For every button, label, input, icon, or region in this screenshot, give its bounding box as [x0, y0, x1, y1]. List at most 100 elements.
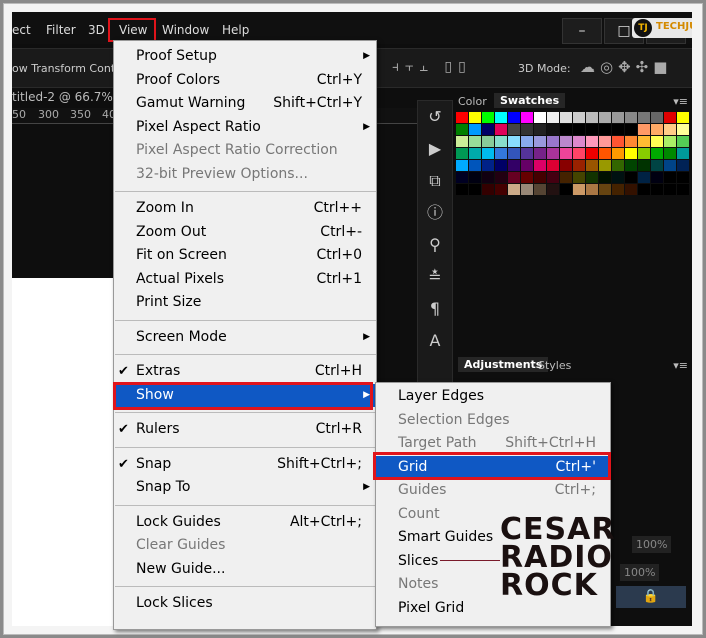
swatch[interactable]: [469, 172, 481, 183]
swatch[interactable]: [495, 112, 507, 123]
swatch[interactable]: [677, 124, 689, 135]
swatch[interactable]: [534, 136, 546, 147]
menu-item-actual-pixels[interactable]: Actual Pixels Ctrl+1: [114, 268, 376, 292]
swatch[interactable]: [586, 172, 598, 183]
swatch[interactable]: [508, 184, 520, 195]
swatch[interactable]: [547, 184, 559, 195]
swatch[interactable]: [521, 160, 533, 171]
tab-styles[interactable]: Styles: [538, 359, 571, 372]
swatch[interactable]: [677, 184, 689, 195]
menu-item-lock-slices[interactable]: Lock Slices: [114, 592, 376, 616]
swatch[interactable]: [482, 148, 494, 159]
swatch[interactable]: [495, 172, 507, 183]
swatch[interactable]: [573, 112, 585, 123]
swatch[interactable]: [534, 160, 546, 171]
history-icon[interactable]: ↺: [418, 101, 452, 133]
menu-item-selection-edges[interactable]: Selection Edges: [376, 409, 610, 433]
menu-item-screen-mode[interactable]: Screen Mode ▶: [114, 326, 376, 350]
swatch[interactable]: [638, 124, 650, 135]
menu-item-snap[interactable]: ✔ Snap Shift+Ctrl+;: [114, 453, 376, 477]
swatch[interactable]: [456, 148, 468, 159]
swatch[interactable]: [469, 136, 481, 147]
swatch[interactable]: [482, 160, 494, 171]
swatch[interactable]: [508, 124, 520, 135]
swatch[interactable]: [664, 136, 676, 147]
swatch[interactable]: [495, 124, 507, 135]
swatch[interactable]: [612, 160, 624, 171]
info-icon[interactable]: ⓘ: [418, 197, 452, 229]
swatch[interactable]: [560, 172, 572, 183]
swatch[interactable]: [534, 184, 546, 195]
swatch[interactable]: [456, 136, 468, 147]
swatch[interactable]: [599, 148, 611, 159]
swatch[interactable]: [664, 160, 676, 171]
swatch[interactable]: [612, 148, 624, 159]
swatch[interactable]: [508, 112, 520, 123]
swatch[interactable]: [638, 160, 650, 171]
menu-item-new-guide[interactable]: New Guide...: [114, 558, 376, 582]
swatch[interactable]: [456, 184, 468, 195]
swatch[interactable]: [664, 184, 676, 195]
menu-3d[interactable]: 3D: [88, 23, 105, 37]
swatch[interactable]: [664, 148, 676, 159]
swatch[interactable]: [638, 172, 650, 183]
swatch[interactable]: [560, 136, 572, 147]
swatch[interactable]: [573, 184, 585, 195]
actions-play-icon[interactable]: ▶: [418, 133, 452, 165]
swatch[interactable]: [664, 124, 676, 135]
swatch[interactable]: [638, 136, 650, 147]
align-icons[interactable]: ⫞⫟⫠ ▯▯: [392, 59, 472, 75]
swatch[interactable]: [612, 172, 624, 183]
menu-item-fit-on-screen[interactable]: Fit on Screen Ctrl+0: [114, 244, 376, 268]
swatch[interactable]: [586, 136, 598, 147]
menu-window[interactable]: Window: [162, 23, 209, 37]
swatch[interactable]: [651, 136, 663, 147]
swatch[interactable]: [612, 112, 624, 123]
swatch[interactable]: [482, 112, 494, 123]
swatch[interactable]: [469, 112, 481, 123]
swatch[interactable]: [547, 124, 559, 135]
swatch[interactable]: [677, 160, 689, 171]
tab-color[interactable]: Color: [458, 95, 487, 108]
swatch[interactable]: [651, 172, 663, 183]
brush-presets-icon[interactable]: ≛: [418, 261, 452, 293]
swatch[interactable]: [547, 148, 559, 159]
swatch[interactable]: [625, 160, 637, 171]
menu-filter[interactable]: Filter: [46, 23, 76, 37]
menu-help[interactable]: Help: [222, 23, 249, 37]
swatch[interactable]: [469, 148, 481, 159]
menu-item-layer-edges[interactable]: Layer Edges: [376, 385, 610, 409]
3d-mode-icons[interactable]: ☁◎✥✣■: [580, 58, 672, 76]
menu-item-proof-colors[interactable]: Proof Colors Ctrl+Y: [114, 69, 376, 93]
swatch[interactable]: [573, 136, 585, 147]
swatch[interactable]: [547, 172, 559, 183]
swatch[interactable]: [482, 184, 494, 195]
swatch[interactable]: [625, 124, 637, 135]
swatch[interactable]: [456, 112, 468, 123]
menu-item-print-size[interactable]: Print Size: [114, 291, 376, 315]
swatch[interactable]: [651, 184, 663, 195]
swatch[interactable]: [664, 172, 676, 183]
swatch[interactable]: [560, 112, 572, 123]
swatch[interactable]: [521, 124, 533, 135]
tab-swatches[interactable]: Swatches: [494, 93, 566, 108]
tab-adjustments[interactable]: Adjustments: [458, 357, 549, 372]
swatch[interactable]: [599, 172, 611, 183]
swatch[interactable]: [534, 124, 546, 135]
swatch[interactable]: [625, 136, 637, 147]
swatch[interactable]: [495, 148, 507, 159]
swatch[interactable]: [586, 112, 598, 123]
swatch[interactable]: [547, 160, 559, 171]
swatch[interactable]: [482, 124, 494, 135]
swatch[interactable]: [638, 112, 650, 123]
show-transform-controls[interactable]: ow Transform Contr: [12, 62, 120, 75]
swatch[interactable]: [495, 184, 507, 195]
menu-item-rulers[interactable]: ✔ Rulers Ctrl+R: [114, 418, 376, 442]
swatch[interactable]: [573, 148, 585, 159]
minimize-button[interactable]: –: [562, 18, 602, 44]
swatch[interactable]: [612, 136, 624, 147]
swatch[interactable]: [677, 172, 689, 183]
swatch[interactable]: [599, 160, 611, 171]
swatch[interactable]: [573, 160, 585, 171]
swatch[interactable]: [456, 160, 468, 171]
